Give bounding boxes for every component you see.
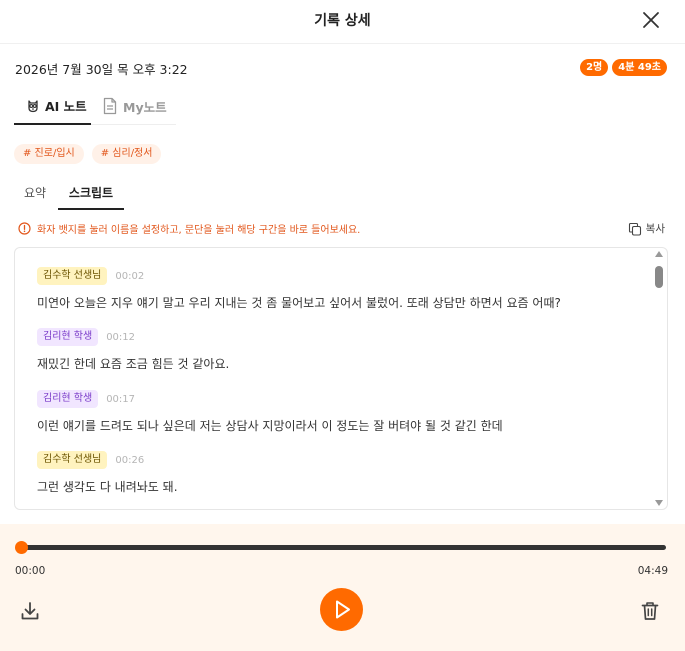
document-icon xyxy=(103,97,117,115)
trash-icon xyxy=(641,602,659,620)
progress-bar[interactable] xyxy=(21,545,666,550)
audio-player: 00:00 04:49 xyxy=(0,524,685,651)
duration-badge: 4분 49초 xyxy=(612,59,667,76)
topic-tags: # 진로/입시 # 심리/정서 xyxy=(14,144,162,164)
entry-time: 00:12 xyxy=(106,331,136,343)
close-icon xyxy=(643,12,659,28)
script-entry[interactable]: 김수학 선생님 00:02 미연아 오늘은 지우 얘기 말고 우리 지내는 것 … xyxy=(37,267,561,311)
entry-text: 그런 생각도 다 내려놔도 돼. xyxy=(37,480,178,494)
download-icon xyxy=(21,602,39,620)
entry-time: 00:02 xyxy=(115,270,145,282)
record-date: 2026년 7월 30일 목 오후 3:22 xyxy=(15,62,188,77)
speaker-badge[interactable]: 김수학 선생님 xyxy=(37,451,108,469)
tab-ai-note-label: AI 노트 xyxy=(45,99,87,114)
scroll-up-icon[interactable] xyxy=(655,251,663,257)
script-entry[interactable]: 김리현 학생 00:17 이런 얘기를 드려도 되나 싶은데 저는 상담사 지망… xyxy=(37,390,503,434)
tab-script[interactable]: 스크립트 xyxy=(58,181,124,210)
current-time: 00:00 xyxy=(15,565,46,577)
record-badges: 2명 4분 49초 xyxy=(580,59,667,76)
play-button[interactable] xyxy=(320,588,363,631)
download-button[interactable] xyxy=(19,600,41,622)
script-entry[interactable]: 김수학 선생님 00:26 그런 생각도 다 내려놔도 돼. xyxy=(37,451,178,495)
progress-handle[interactable] xyxy=(15,541,28,554)
participants-badge: 2명 xyxy=(580,59,609,76)
total-time: 04:49 xyxy=(637,565,668,577)
info-icon xyxy=(18,222,31,235)
note-tabs: AI 노트 My노트 xyxy=(14,88,176,125)
play-icon xyxy=(336,600,350,619)
entry-text: 미연아 오늘은 지우 얘기 말고 우리 지내는 것 좀 물어보고 싶어서 불렀어… xyxy=(37,296,561,310)
entry-time: 00:26 xyxy=(115,454,145,466)
script-list[interactable]: 김수학 선생님 00:02 미연아 오늘은 지우 얘기 말고 우리 지내는 것 … xyxy=(14,247,668,510)
tab-my-note-label: My노트 xyxy=(123,99,167,115)
tag-psychology[interactable]: # 심리/정서 xyxy=(91,144,162,164)
entry-text: 재밌긴 한데 요즘 조금 힘든 것 같아요. xyxy=(37,357,230,371)
tab-ai-note[interactable]: AI 노트 xyxy=(14,88,91,125)
tab-summary[interactable]: 요약 xyxy=(14,181,56,210)
modal-title: 기록 상세 xyxy=(314,13,371,29)
speaker-notice-text: 화자 뱃지를 눌러 이름을 설정하고, 문단을 눌러 해당 구간을 바로 들어보… xyxy=(37,225,361,236)
copy-icon xyxy=(628,222,641,236)
copy-button[interactable]: 복사 xyxy=(628,221,665,236)
delete-button[interactable] xyxy=(639,600,661,622)
entry-time: 00:17 xyxy=(106,393,136,405)
speaker-badge[interactable]: 김리현 학생 xyxy=(37,328,99,346)
close-button[interactable] xyxy=(639,8,663,32)
modal-header: 기록 상세 xyxy=(0,0,685,44)
script-scrollbar[interactable] xyxy=(651,248,667,509)
tag-career[interactable]: # 진로/입시 xyxy=(14,144,84,164)
speaker-badge[interactable]: 김리현 학생 xyxy=(37,390,99,408)
entry-text: 이런 얘기를 드려도 되나 싶은데 저는 상담사 지망이라서 이 정도는 잘 버… xyxy=(37,419,503,433)
owl-icon xyxy=(28,99,38,112)
copy-label: 복사 xyxy=(645,223,665,235)
speaker-badge[interactable]: 김수학 선생님 xyxy=(37,267,108,285)
scrollbar-thumb[interactable] xyxy=(655,266,663,288)
tab-my-note[interactable]: My노트 xyxy=(102,88,176,124)
scroll-down-icon[interactable] xyxy=(655,500,663,506)
script-entry[interactable]: 김리현 학생 00:12 재밌긴 한데 요즘 조금 힘든 것 같아요. xyxy=(37,328,229,372)
speaker-notice: 화자 뱃지를 눌러 이름을 설정하고, 문단을 눌러 해당 구간을 바로 들어보… xyxy=(18,221,360,236)
